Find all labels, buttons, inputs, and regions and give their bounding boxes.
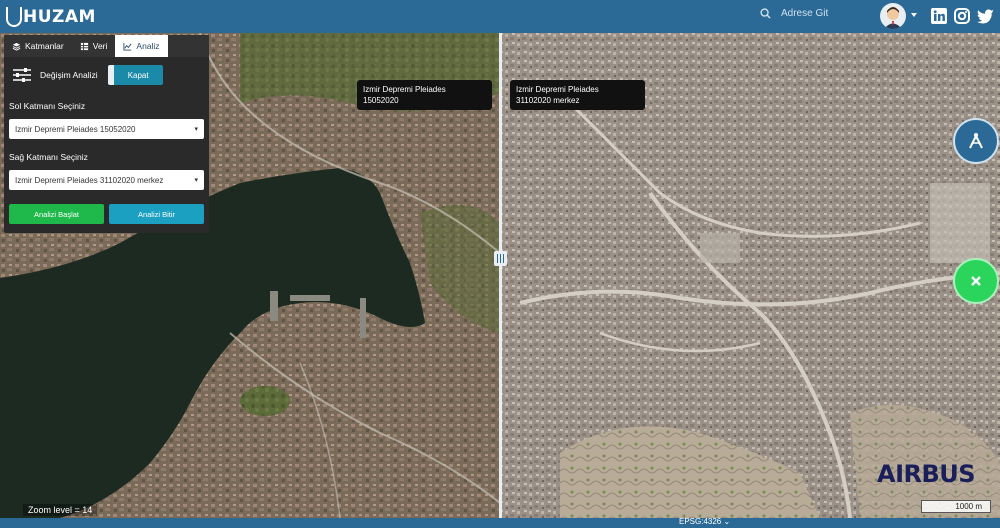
twitter-icon[interactable]: [977, 7, 995, 25]
scale-bar: 1000 m: [921, 500, 991, 513]
analysis-panel: Katmanlar Veri Analiz Değişim Analizi Ka…: [4, 35, 209, 233]
panel-tabs: Katmanlar Veri Analiz: [4, 35, 209, 57]
scale-label: 1000 m: [955, 502, 982, 511]
layers-icon: [12, 42, 21, 51]
logo-text: HUZAM: [23, 6, 96, 27]
analysis-buttons: Analizi Başlat Analizi Bitir: [9, 204, 204, 224]
tab-veri-label: Veri: [92, 41, 108, 51]
swipe-divider[interactable]: [499, 33, 502, 518]
address-search[interactable]: Adrese Git: [760, 8, 828, 19]
bottom-bar: [0, 518, 1000, 528]
select-arrow-icon: ▾: [194, 126, 198, 133]
zoom-level: Zoom level = 14: [23, 504, 98, 516]
avatar-icon: [884, 7, 902, 29]
right-layer-value: Izmir Depremi Pleiades 31102020 merkez: [15, 175, 164, 185]
search-placeholder: Adrese Git: [781, 8, 829, 19]
start-analysis-label: Analizi Başlat: [33, 209, 80, 219]
change-analysis-label: Değişim Analizi: [40, 70, 98, 80]
database-icon: [80, 42, 88, 50]
change-analysis-row: Değişim Analizi Kapat: [4, 61, 209, 89]
left-label-line2: 15052020: [363, 96, 399, 105]
close-analysis-label: Kapat: [127, 70, 149, 80]
compass-icon: [969, 133, 983, 149]
tab-veri[interactable]: Veri: [72, 35, 116, 57]
right-label-line2: 31102020 merkez: [516, 96, 580, 105]
user-avatar[interactable]: [880, 3, 906, 29]
right-image-label: Izmir Depremi Pleiades 31102020 merkez: [510, 80, 645, 110]
left-layer-select[interactable]: Izmir Depremi Pleiades 15052020 ▾: [9, 119, 204, 139]
top-bar: HUZAM Adrese Git: [0, 0, 1000, 33]
linkedin-icon[interactable]: [930, 7, 948, 25]
end-analysis-label: Analizi Bitir: [137, 209, 176, 219]
projection-select[interactable]: EPSG:4326 ⌄: [679, 517, 730, 526]
left-layer-label: Sol Katmanı Seçiniz: [9, 101, 86, 111]
select-arrow-icon: ▾: [194, 177, 198, 184]
chart-icon: [123, 42, 132, 51]
right-label-line1: Izmir Depremi Pleiades: [516, 85, 599, 94]
tab-analiz-label: Analiz: [136, 41, 160, 51]
measure-tool-button[interactable]: [953, 118, 999, 164]
left-image-label: Izmir Depremi Pleiades 15052020: [357, 80, 492, 110]
tab-katmanlar[interactable]: Katmanlar: [4, 35, 72, 57]
swipe-handle[interactable]: [494, 251, 507, 266]
sliders-icon: [13, 68, 31, 82]
close-analysis-toggle[interactable]: Kapat: [107, 65, 163, 85]
chevron-down-icon: ⌄: [723, 517, 731, 526]
search-icon: [760, 8, 771, 19]
instagram-icon[interactable]: [953, 7, 971, 25]
close-icon: [971, 276, 981, 286]
end-analysis-button[interactable]: Analizi Bitir: [109, 204, 204, 224]
close-compare-button[interactable]: [953, 258, 999, 304]
airbus-logo: AIRBUS: [877, 460, 976, 488]
left-layer-value: Izmir Depremi Pleiades 15052020: [15, 124, 136, 134]
left-label-line1: Izmir Depremi Pleiades: [363, 85, 446, 94]
app-logo[interactable]: HUZAM: [6, 6, 96, 27]
right-layer-label: Sağ Katmanı Seçiniz: [9, 152, 88, 162]
logo-u-shape: [6, 6, 22, 27]
right-layer-select[interactable]: Izmir Depremi Pleiades 31102020 merkez ▾: [9, 170, 204, 190]
tab-katmanlar-label: Katmanlar: [25, 41, 64, 51]
tab-analiz[interactable]: Analiz: [115, 35, 168, 57]
projection-label: EPSG:4326: [679, 517, 722, 526]
chevron-down-icon[interactable]: [911, 13, 917, 17]
start-analysis-button[interactable]: Analizi Başlat: [9, 204, 104, 224]
